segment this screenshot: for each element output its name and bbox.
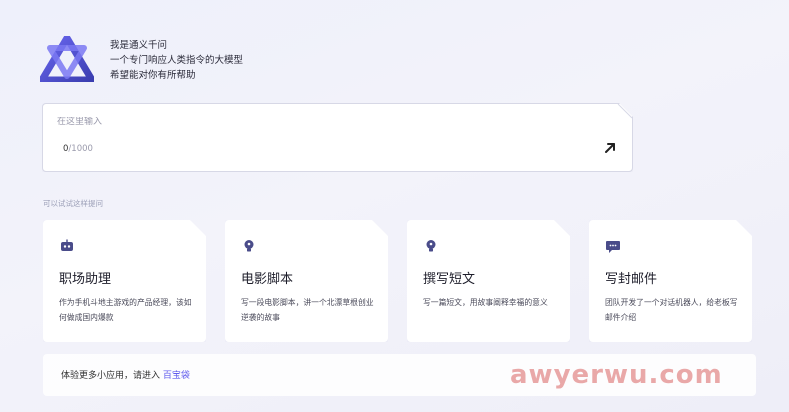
more-apps-text: 体验更多小应用，请进入 百宝袋	[61, 368, 190, 381]
card-workplace-assistant[interactable]: 职场助理 作为手机斗地主游戏的产品经理，该如何做成国内爆款	[43, 220, 206, 342]
intro-line-3: 希望能对你有所帮助	[110, 70, 196, 81]
card-title: 写封邮件	[605, 272, 658, 287]
card-description: 写一段电影脚本，讲一个北漂草根创业逆袭的故事	[241, 298, 374, 322]
lightbulb-icon	[423, 238, 439, 254]
suggestions-label: 可以试试这样提问	[43, 199, 103, 208]
intro-text: 我是通义千问 一个专门响应人类指令的大模型 希望能对你有所帮助	[110, 38, 243, 83]
char-count-max: /1000	[68, 144, 93, 154]
chat-icon	[605, 238, 621, 254]
chat-input[interactable]	[57, 117, 577, 127]
intro-line-1: 我是通义千问	[110, 40, 168, 51]
card-title: 电影脚本	[241, 272, 294, 287]
card-movie-script[interactable]: 电影脚本 写一段电影脚本，讲一个北漂草根创业逆袭的故事	[225, 220, 388, 342]
lightbulb-icon	[241, 238, 257, 254]
baibaodai-link[interactable]: 百宝袋	[163, 371, 190, 381]
site-watermark: awyerwu.com	[510, 360, 723, 390]
card-write-email[interactable]: 写封邮件 团队开发了一个对话机器人，给老板写邮件介绍	[589, 220, 752, 342]
char-counter: 0/1000	[63, 144, 93, 154]
send-arrow-icon[interactable]	[602, 140, 618, 156]
corner-cut-decoration	[612, 104, 632, 124]
more-apps-label: 体验更多小应用，请进入	[61, 371, 161, 381]
card-title: 撰写短文	[423, 272, 476, 287]
card-description: 团队开发了一个对话机器人，给老板写邮件介绍	[605, 298, 738, 322]
chat-input-box: 0/1000	[42, 103, 633, 172]
card-title: 职场助理	[59, 272, 112, 287]
suggestion-cards: 职场助理 作为手机斗地主游戏的产品经理，该如何做成国内爆款 电影脚本 写一段电影…	[43, 220, 756, 342]
card-description: 写一篇短文，用故事阐释幸福的意义	[423, 298, 548, 307]
card-write-essay[interactable]: 撰写短文 写一篇短文，用故事阐释幸福的意义	[407, 220, 570, 342]
intro-line-2: 一个专门响应人类指令的大模型	[110, 55, 244, 66]
robot-icon	[59, 238, 75, 254]
card-description: 作为手机斗地主游戏的产品经理，该如何做成国内爆款	[59, 298, 192, 322]
tongyi-logo	[40, 36, 94, 82]
